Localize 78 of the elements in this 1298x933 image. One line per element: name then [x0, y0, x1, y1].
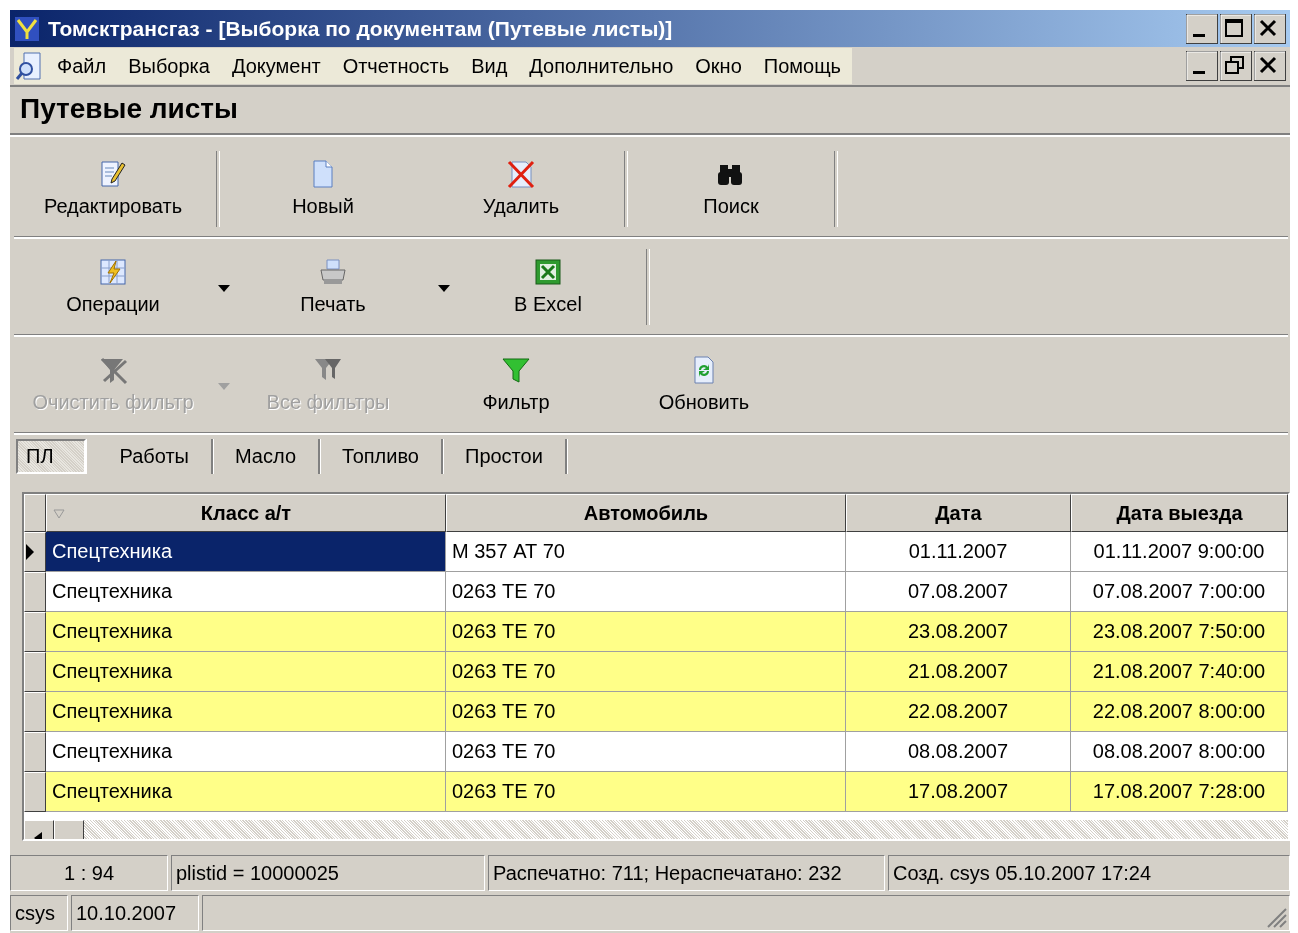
- restore-button[interactable]: [1220, 51, 1252, 82]
- toolbar-button[interactable]: Операции: [18, 257, 208, 317]
- status-panel: csys: [10, 895, 68, 931]
- table-cell: 21.08.2007 7:40:00: [1071, 652, 1288, 693]
- resize-grip-icon[interactable]: [1265, 906, 1287, 928]
- row-selector[interactable]: [24, 692, 46, 733]
- page-heading: Путевые листы: [10, 84, 1290, 137]
- table-cell: 0263 ТЕ 70: [446, 652, 846, 693]
- tab[interactable]: ПЛ: [16, 438, 86, 475]
- table-cell: 22.08.2007 8:00:00: [1071, 692, 1288, 733]
- status-panel: Распечатно: 711; Нераспечатано: 232: [488, 855, 885, 891]
- table-cell: М 357 АТ 70: [446, 532, 846, 573]
- pencil-page-icon: [98, 159, 128, 190]
- table-cell: Спецтехника: [46, 612, 446, 653]
- menu-item[interactable]: Вид: [460, 54, 519, 78]
- window-title: Томсктрансгаз - [Выборка по документам (Путевые листы)]: [48, 16, 674, 41]
- menu-item[interactable]: Отчетность: [331, 54, 461, 78]
- menu-item[interactable]: Выборка: [117, 54, 221, 78]
- toolbar-button[interactable]: Поиск: [636, 159, 826, 219]
- row-selector[interactable]: [24, 572, 46, 613]
- table-cell: Спецтехника: [46, 692, 446, 733]
- row-selector[interactable]: [24, 772, 46, 813]
- toolbar-button[interactable]: Обновить: [614, 355, 794, 415]
- table-cell: 22.08.2007: [846, 692, 1071, 733]
- table-cell: 17.08.2007: [846, 772, 1071, 813]
- toolbar-button[interactable]: Печать: [238, 257, 428, 317]
- table-cell: 21.08.2007: [846, 652, 1071, 693]
- tab[interactable]: Масло: [213, 438, 320, 475]
- table-cell: Спецтехника: [46, 652, 446, 693]
- sort-arrow-icon: [53, 509, 65, 520]
- table-cell: 23.08.2007 7:50:00: [1071, 612, 1288, 653]
- column-header[interactable]: Дата: [846, 494, 1071, 533]
- table-cell: 0263 ТЕ 70: [446, 772, 846, 813]
- menu-item[interactable]: Файл: [46, 54, 118, 78]
- funnel-cross-icon: [98, 355, 128, 386]
- app-icon: [14, 15, 40, 42]
- dropdown-arrow-icon[interactable]: [438, 284, 450, 293]
- status-panel: Созд. csys 05.10.2007 17:24: [888, 855, 1290, 891]
- table-cell: Спецтехника: [46, 772, 446, 813]
- funnel-icon: [501, 355, 531, 386]
- close-button[interactable]: [1254, 13, 1286, 44]
- row-selector[interactable]: [24, 612, 46, 653]
- dropdown-arrow-icon[interactable]: [218, 284, 230, 293]
- menu-item[interactable]: Окно: [684, 54, 753, 78]
- menu-item[interactable]: Помощь: [752, 54, 853, 78]
- menu-item[interactable]: Дополнительно: [518, 54, 685, 78]
- tab[interactable]: Работы: [97, 438, 213, 475]
- lightning-grid-icon: [98, 257, 128, 288]
- tab[interactable]: Топливо: [320, 438, 443, 475]
- minimize-button[interactable]: [1186, 13, 1218, 44]
- status-panel: 1 : 94: [10, 855, 168, 891]
- tab[interactable]: Простои: [443, 438, 567, 475]
- table-cell: Спецтехника: [46, 532, 446, 573]
- row-selector[interactable]: [24, 532, 46, 573]
- toolbar-button[interactable]: В Excel: [458, 257, 638, 317]
- table-cell: 23.08.2007: [846, 612, 1071, 653]
- column-header[interactable]: Класс а/т: [46, 494, 446, 533]
- delete-page-icon: [506, 159, 536, 190]
- close-button[interactable]: [1254, 51, 1286, 82]
- minimize-button[interactable]: [1186, 51, 1218, 82]
- maximize-button[interactable]: [1220, 13, 1252, 44]
- toolbar-button[interactable]: Редактировать: [18, 159, 208, 219]
- table-cell: 01.11.2007: [846, 532, 1071, 573]
- toolbar-button[interactable]: Удалить: [426, 159, 616, 219]
- toolbar-button[interactable]: Новый: [228, 159, 418, 219]
- spreadsheet-icon: [533, 257, 563, 288]
- table-cell: 0263 ТЕ 70: [446, 692, 846, 733]
- toolbar-button[interactable]: Фильтр: [426, 355, 606, 415]
- status-panel: 10.10.2007: [71, 895, 199, 931]
- row-selector[interactable]: [24, 732, 46, 773]
- table-cell: 01.11.2007 9:00:00: [1071, 532, 1288, 573]
- column-header[interactable]: Дата выезда: [1071, 494, 1288, 533]
- table-cell: 0263 ТЕ 70: [446, 612, 846, 653]
- table-cell: 17.08.2007 7:28:00: [1071, 772, 1288, 813]
- status-panel: plistid = 10000025: [171, 855, 485, 891]
- column-header[interactable]: Автомобиль: [446, 494, 846, 533]
- row-selector[interactable]: [24, 652, 46, 693]
- menu-item[interactable]: Документ: [220, 54, 332, 78]
